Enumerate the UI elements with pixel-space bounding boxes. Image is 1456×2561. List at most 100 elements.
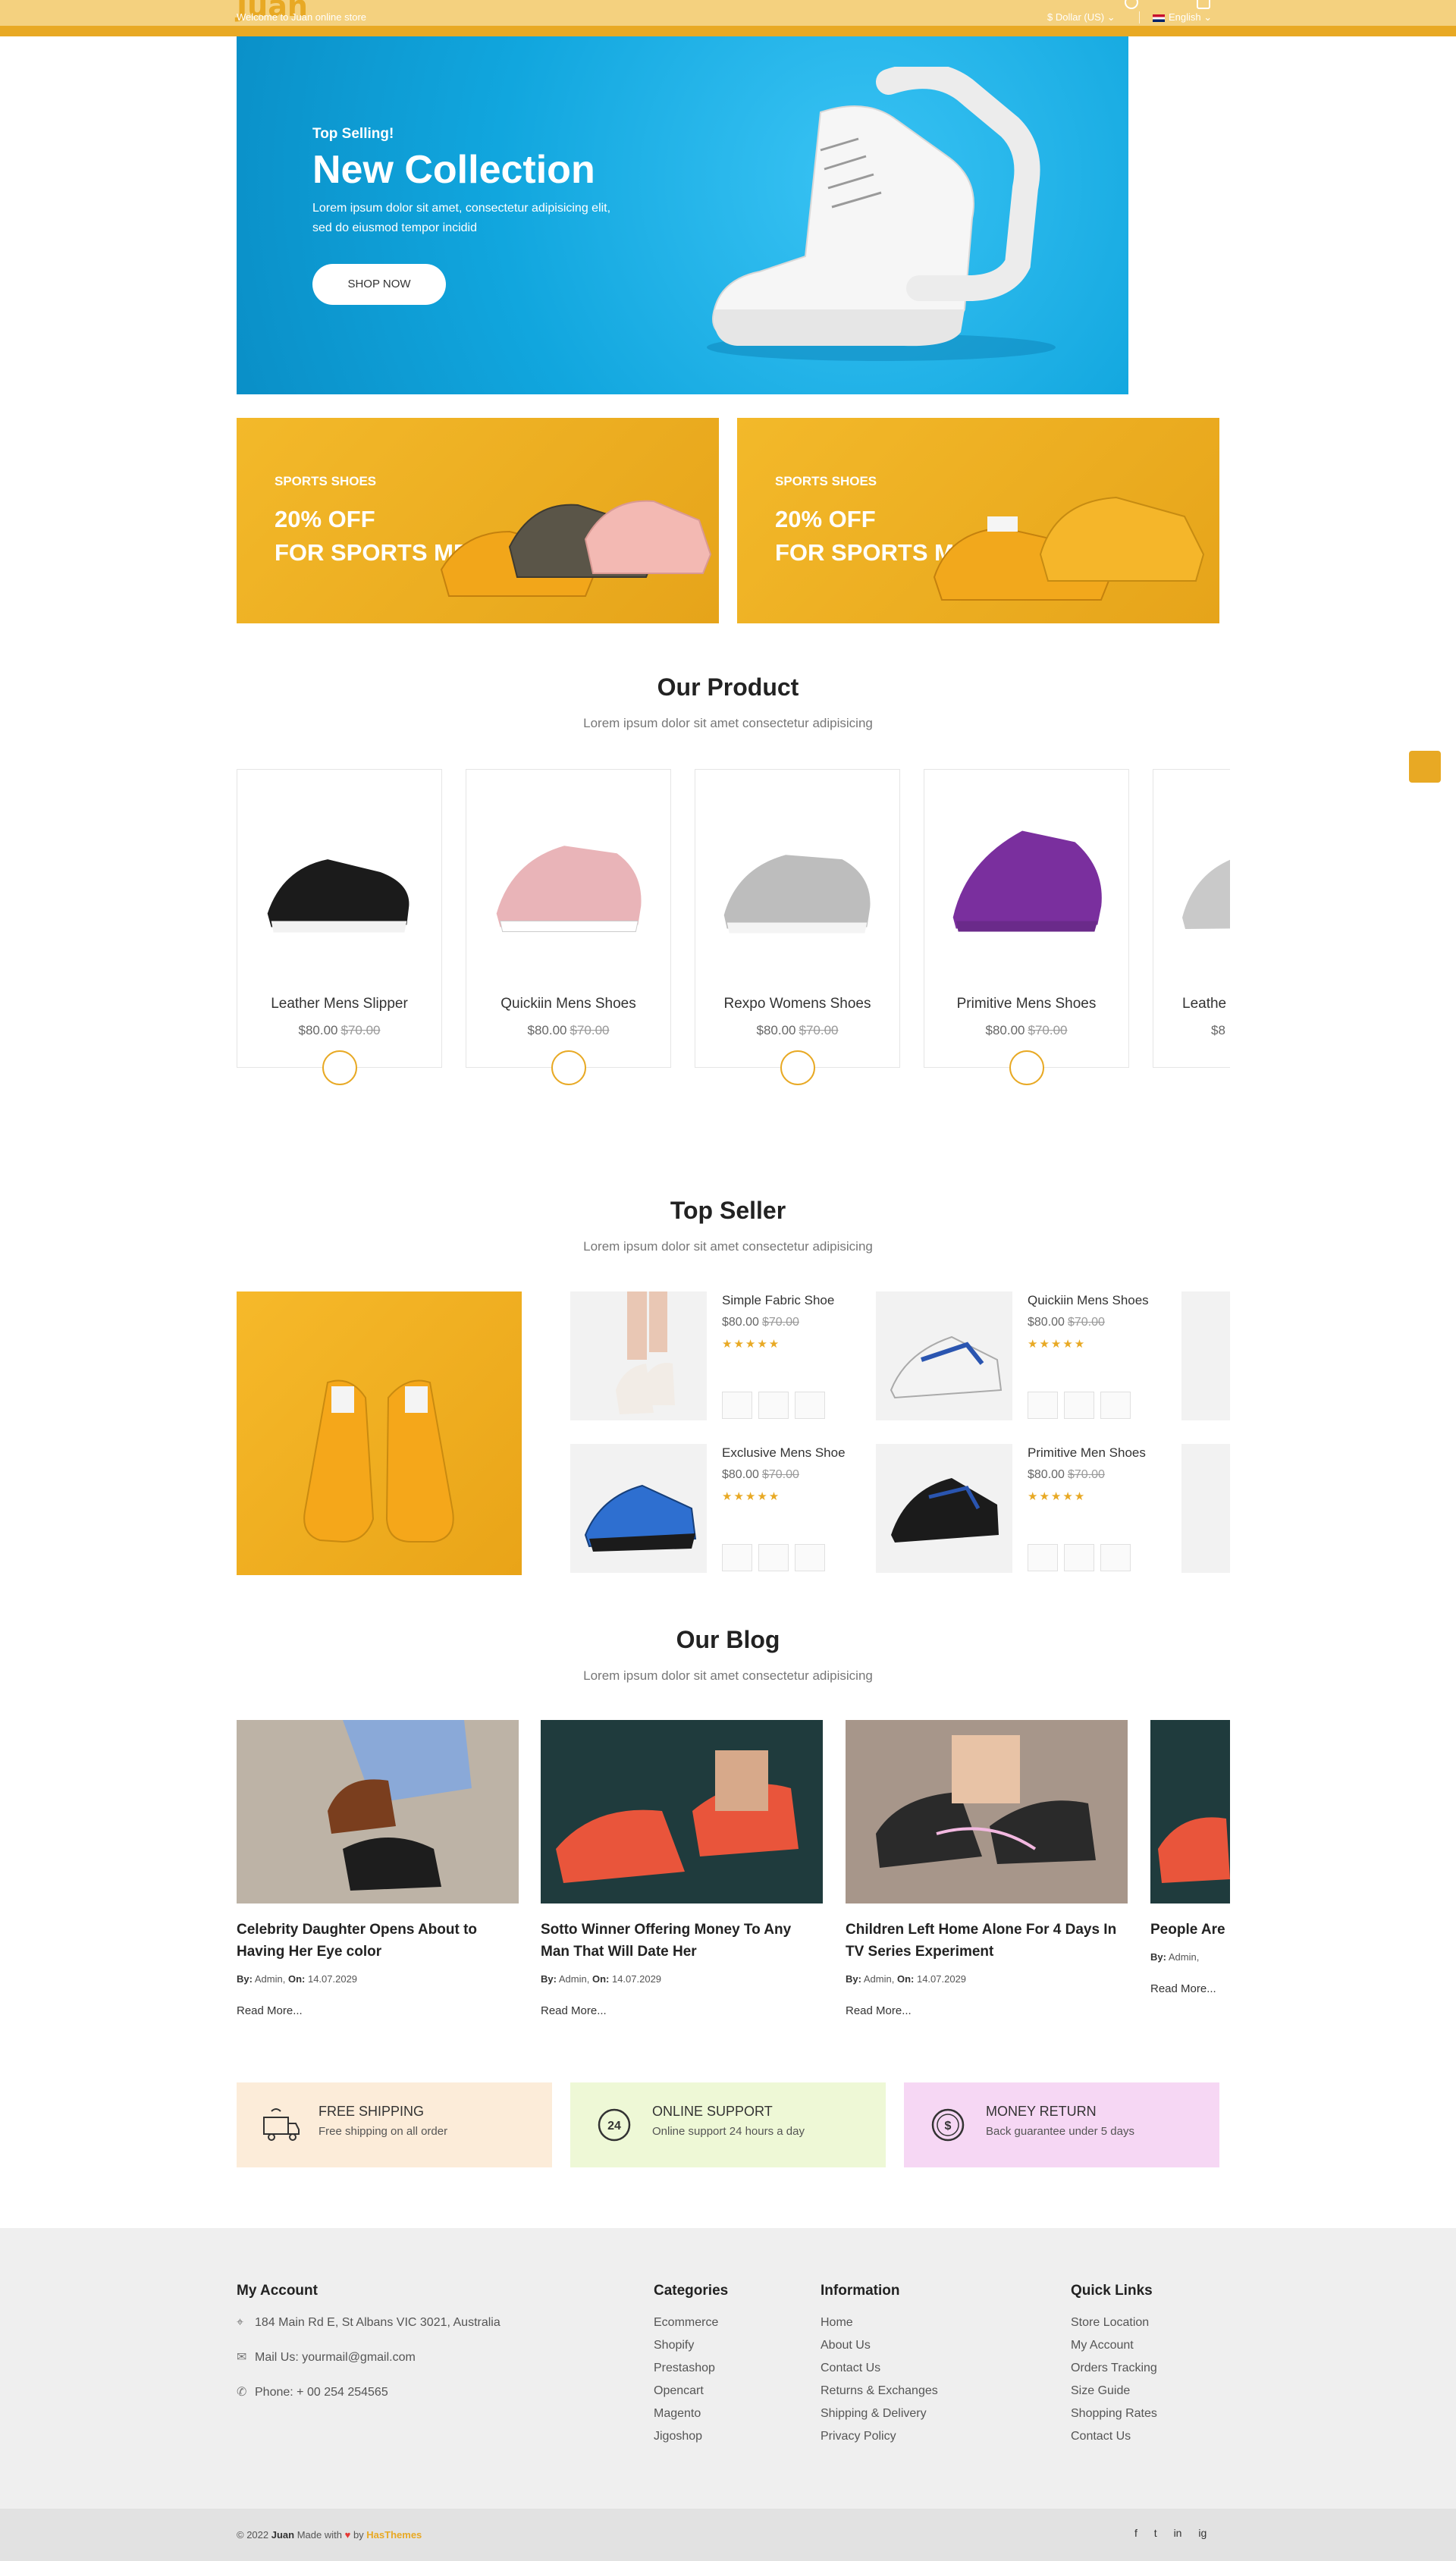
- top-seller-title: Top Seller: [670, 1197, 786, 1224]
- add-to-cart-button[interactable]: [322, 1050, 357, 1085]
- add-to-cart-button[interactable]: [1009, 1050, 1044, 1085]
- facebook-icon[interactable]: f: [1134, 2527, 1138, 2539]
- top-seller-item[interactable]: Primitive Men Shoes $80.00 $70.00 ★★★★★: [876, 1444, 1164, 1580]
- blog-card[interactable]: People Are Money Rese By: Admin, Read Mo…: [1150, 1720, 1230, 1995]
- promo-tag: SPORTS SHOES: [275, 474, 377, 488]
- product-name[interactable]: Rexpo Womens Shoes: [695, 996, 899, 1012]
- quick-view-icon[interactable]: [795, 1392, 825, 1419]
- top-seller-item[interactable]: Quickiin Mens Shoes $80.00 $70.00 ★★★★★: [876, 1291, 1164, 1428]
- hero-sneakers-image: [707, 67, 1056, 361]
- footer-link[interactable]: About Us: [821, 2339, 938, 2352]
- cart-icon[interactable]: [1064, 1392, 1094, 1419]
- footer-link[interactable]: Shipping & Delivery: [821, 2407, 938, 2421]
- top-seller-item[interactable]: Exclusive Mens Shoe $80.00 $70.00 ★★★★★: [570, 1444, 858, 1580]
- footer-link[interactable]: Prestashop: [654, 2362, 728, 2375]
- product-name[interactable]: Primitive Mens Shoes: [924, 996, 1128, 1012]
- blog-title-link[interactable]: Children Left Home Alone For 4 Days In T…: [846, 1919, 1128, 1963]
- read-more-link[interactable]: Read More...: [1150, 1982, 1230, 1995]
- add-to-cart-button[interactable]: [780, 1050, 815, 1085]
- scroll-to-top-button[interactable]: [1409, 751, 1441, 783]
- read-more-link[interactable]: Read More...: [237, 2004, 519, 2017]
- wishlist-icon[interactable]: [722, 1392, 752, 1419]
- hero-kicker: Top Selling!: [312, 126, 394, 142]
- promo-banner-2[interactable]: SPORTS SHOES 20% OFF FOR SPORTS MEN: [737, 418, 1219, 623]
- footer-link[interactable]: Ecommerce: [654, 2316, 728, 2330]
- currency-selector[interactable]: $ Dollar (US) ⌄: [1047, 11, 1116, 24]
- top-seller-partial-item[interactable]: [1181, 1291, 1230, 1420]
- wishlist-icon[interactable]: [1028, 1544, 1058, 1571]
- uk-flag-icon: [1153, 14, 1165, 22]
- product-card[interactable]: Leather Mens Slipper $80.00 $70.00: [237, 769, 442, 1085]
- footer-link[interactable]: Privacy Policy: [821, 2430, 938, 2443]
- blog-title-link[interactable]: Sotto Winner Offering Money To Any Man T…: [541, 1919, 823, 1963]
- product-name[interactable]: Exclusive Mens Shoe: [722, 1445, 846, 1461]
- quick-view-icon[interactable]: [1100, 1392, 1131, 1419]
- product-card[interactable]: Leathe $8: [1153, 769, 1230, 1068]
- yellow-sneakers-image: [303, 1379, 454, 1543]
- footer-link[interactable]: Shopping Rates: [1071, 2407, 1157, 2421]
- cart-icon[interactable]: [758, 1392, 789, 1419]
- product-name[interactable]: Primitive Men Shoes: [1028, 1445, 1146, 1461]
- footer-link[interactable]: Store Location: [1071, 2316, 1157, 2330]
- footer-link[interactable]: Home: [821, 2316, 938, 2330]
- footer-link[interactable]: Opencart: [654, 2384, 728, 2398]
- wishlist-icon[interactable]: [722, 1544, 752, 1571]
- product-name[interactable]: Leathe: [1153, 996, 1230, 1012]
- product-price: $80.00 $70.00: [1028, 1316, 1105, 1329]
- product-name[interactable]: Simple Fabric Shoe: [722, 1293, 834, 1308]
- add-to-cart-button[interactable]: [551, 1050, 586, 1085]
- footer-link[interactable]: Shopify: [654, 2339, 728, 2352]
- svg-text:24: 24: [607, 2120, 621, 2133]
- read-more-link[interactable]: Read More...: [846, 2004, 1128, 2017]
- product-price: $80.00 $70.00: [756, 1023, 839, 1037]
- footer-link[interactable]: Orders Tracking: [1071, 2362, 1157, 2375]
- footer-mail[interactable]: ✉ Mail Us: yourmail@gmail.com: [237, 2349, 500, 2365]
- language-selector[interactable]: English ⌄: [1153, 11, 1212, 24]
- footer-link[interactable]: Contact Us: [821, 2362, 938, 2375]
- top-bar: Juan Welcome to Juan online store $ Doll…: [0, 0, 1456, 36]
- product-card[interactable]: Rexpo Womens Shoes $80.00 $70.00: [695, 769, 900, 1085]
- blog-title-link[interactable]: People Are Money Rese: [1150, 1919, 1230, 1941]
- footer-link[interactable]: Jigoshop: [654, 2430, 728, 2443]
- footer-phone[interactable]: ✆ Phone: + 00 254 254565: [237, 2384, 500, 2399]
- top-seller-item[interactable]: Simple Fabric Shoe $80.00 $70.00 ★★★★★: [570, 1291, 858, 1428]
- blog-card[interactable]: Sotto Winner Offering Money To Any Man T…: [541, 1720, 823, 2017]
- footer-link[interactable]: Magento: [654, 2407, 728, 2421]
- hasthemes-link[interactable]: HasThemes: [366, 2529, 422, 2541]
- copyright-text: © 2022 Juan Made with ♥ by HasThemes: [237, 2529, 422, 2541]
- hero-description: Lorem ipsum dolor sit amet, consectetur …: [312, 202, 611, 234]
- promo-banner-1[interactable]: SPORTS SHOES 20% OFF FOR SPORTS MEN: [237, 418, 719, 623]
- blog-card[interactable]: Children Left Home Alone For 4 Days In T…: [846, 1720, 1128, 2017]
- instagram-icon[interactable]: ig: [1198, 2527, 1207, 2539]
- feature-online-support: 24 ONLINE SUPPORT Online support 24 hour…: [570, 2082, 886, 2167]
- product-card[interactable]: Primitive Mens Shoes $80.00 $70.00: [924, 769, 1129, 1085]
- cart-icon[interactable]: [1064, 1544, 1094, 1571]
- product-card[interactable]: Quickiin Mens Shoes $80.00 $70.00: [466, 769, 671, 1085]
- quick-view-icon[interactable]: [1100, 1544, 1131, 1571]
- product-name[interactable]: Leather Mens Slipper: [237, 996, 441, 1012]
- quick-view-icon[interactable]: [795, 1544, 825, 1571]
- footer-heading: Information: [821, 2283, 900, 2299]
- search-icon[interactable]: [1125, 0, 1138, 9]
- top-seller-partial-item[interactable]: [1181, 1444, 1230, 1573]
- read-more-link[interactable]: Read More...: [541, 2004, 823, 2017]
- cart-icon[interactable]: [1197, 0, 1210, 9]
- shop-now-button[interactable]: SHOP NOW: [312, 264, 446, 305]
- footer-link[interactable]: Size Guide: [1071, 2384, 1157, 2398]
- twitter-icon[interactable]: t: [1154, 2527, 1157, 2539]
- product-name[interactable]: Quickiin Mens Shoes: [1028, 1293, 1149, 1308]
- product-name[interactable]: Quickiin Mens Shoes: [466, 996, 670, 1012]
- blog-meta: By: Admin,: [1150, 1951, 1200, 1963]
- product-image: [952, 830, 1102, 932]
- cart-icon[interactable]: [758, 1544, 789, 1571]
- blog-title-link[interactable]: Celebrity Daughter Opens About to Having…: [237, 1919, 519, 1963]
- footer-link[interactable]: Returns & Exchanges: [821, 2384, 938, 2398]
- product-price: $80.00 $70.00: [1028, 1468, 1105, 1481]
- footer-link[interactable]: Contact Us: [1071, 2430, 1157, 2443]
- footer-link[interactable]: My Account: [1071, 2339, 1157, 2352]
- heart-icon: ♥: [344, 2529, 351, 2541]
- wishlist-icon[interactable]: [1028, 1392, 1058, 1419]
- social-links: f t in ig: [1121, 2527, 1207, 2539]
- blog-card[interactable]: Celebrity Daughter Opens About to Having…: [237, 1720, 519, 2017]
- linkedin-icon[interactable]: in: [1174, 2527, 1182, 2539]
